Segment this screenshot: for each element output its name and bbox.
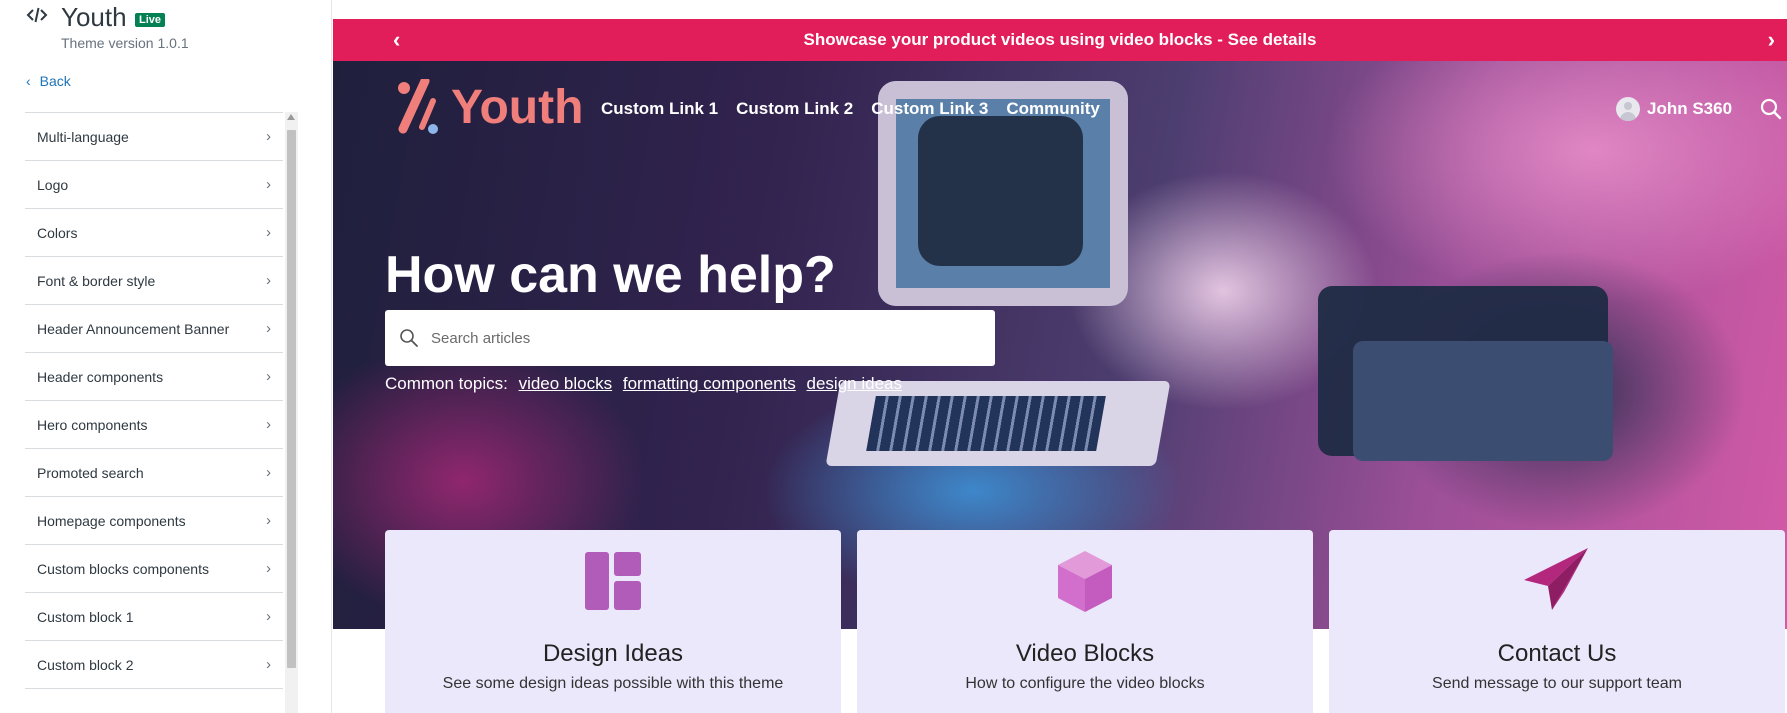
menu-item-header-components[interactable]: Header components › [25, 353, 283, 401]
nav-link-custom-3[interactable]: Custom Link 3 [871, 99, 988, 119]
menu-item-label: Font & border style [37, 272, 156, 289]
chevron-right-icon: › [266, 272, 271, 289]
category-cards: Design Ideas See some design ideas possi… [385, 530, 1785, 713]
layout-icon [585, 552, 641, 610]
user-menu[interactable]: John S360 [1616, 97, 1732, 121]
paper-plane-icon [1524, 548, 1588, 610]
chevron-right-icon: › [266, 608, 271, 625]
chevron-right-icon: › [266, 176, 271, 193]
nav-link-custom-1[interactable]: Custom Link 1 [601, 99, 718, 119]
user-name: John S360 [1647, 99, 1733, 118]
nav-link-community[interactable]: Community [1006, 99, 1100, 119]
code-icon [26, 7, 48, 23]
site-header: Youth Custom Link 1 Custom Link 2 Custom… [333, 61, 1787, 141]
theme-settings-panel: Youth Live Theme version 1.0.1 ‹ Back Mul… [0, 0, 332, 713]
menu-item-label: Multi-language [37, 128, 129, 145]
logo-text: Youth [451, 81, 584, 134]
card-design-ideas[interactable]: Design Ideas See some design ideas possi… [385, 530, 841, 713]
scroll-up-arrow-icon[interactable] [287, 114, 295, 120]
live-badge: Live [135, 13, 166, 27]
menu-item-font-border-style[interactable]: Font & border style › [25, 257, 283, 305]
settings-scrollbar[interactable] [285, 112, 298, 713]
avatar [1616, 97, 1640, 121]
search-icon[interactable] [1760, 98, 1782, 120]
card-title: Video Blocks [1015, 640, 1155, 667]
chevron-left-icon: ‹ [26, 73, 31, 89]
menu-item-homepage-components[interactable]: Homepage components › [25, 497, 283, 545]
search-input[interactable] [429, 328, 973, 348]
card-contact-us[interactable]: Contact Us Send message to our support t… [1329, 530, 1785, 713]
menu-item-label: Custom block 2 [37, 656, 134, 673]
chevron-right-icon: › [266, 416, 271, 433]
chevron-right-icon: › [266, 368, 271, 385]
nav-link-custom-2[interactable]: Custom Link 2 [736, 99, 853, 119]
menu-item-label: Header components [37, 368, 164, 385]
menu-item-label: Custom blocks components [37, 560, 209, 577]
chevron-right-icon: › [266, 512, 271, 529]
menu-item-label: Header Announcement Banner [37, 320, 230, 337]
site-logo[interactable]: Youth [395, 79, 585, 137]
chevron-right-icon: › [266, 464, 271, 481]
chevron-right-icon: › [266, 656, 271, 673]
theme-name: Youth [61, 2, 127, 32]
card-description: See some design ideas possible with this… [442, 675, 784, 692]
search-icon [400, 329, 418, 347]
settings-menu: Multi-language › Logo › Colors › Font & bor… [25, 112, 283, 689]
announcement-text[interactable]: Showcase your product videos using video… [804, 30, 1317, 50]
menu-item-label: Homepage components [37, 512, 186, 529]
hero-title: How can we help? [385, 246, 836, 304]
menu-item-hero-components[interactable]: Hero components › [25, 401, 283, 449]
chevron-right-icon: › [266, 320, 271, 337]
card-title: Contact Us [1497, 640, 1617, 667]
cube-icon [1058, 551, 1112, 612]
topic-link-formatting-components[interactable]: formatting components [623, 374, 796, 393]
menu-item-label: Hero components [37, 416, 148, 433]
chevron-right-icon: › [266, 224, 271, 241]
common-topics: Common topics: video blocks formatting c… [385, 374, 902, 394]
logo-mark-icon [398, 79, 438, 134]
menu-item-header-announcement-banner[interactable]: Header Announcement Banner › [25, 305, 283, 353]
menu-item-promoted-search[interactable]: Promoted search › [25, 449, 283, 497]
menu-item-label: Colors [37, 224, 78, 241]
card-title: Design Ideas [542, 640, 684, 667]
back-label: Back [39, 73, 71, 89]
common-topics-label: Common topics: [385, 374, 508, 393]
theme-version: Theme version 1.0.1 [61, 35, 189, 51]
theme-preview: ‹ Showcase your product videos using vid… [333, 0, 1787, 713]
announcement-banner[interactable]: ‹ Showcase your product videos using vid… [333, 19, 1787, 61]
menu-item-custom-block-2[interactable]: Custom block 2 › [25, 641, 283, 689]
hero-background-device-panel [1353, 341, 1613, 461]
menu-item-colors[interactable]: Colors › [25, 209, 283, 257]
card-video-blocks[interactable]: Video Blocks How to configure the video … [857, 530, 1313, 713]
topic-link-video-blocks[interactable]: video blocks [519, 374, 613, 393]
menu-item-multi-language[interactable]: Multi-language › [25, 113, 283, 161]
chevron-right-icon[interactable]: › [1768, 27, 1775, 53]
back-link[interactable]: ‹ Back [26, 73, 71, 89]
menu-item-custom-blocks-components[interactable]: Custom blocks components › [25, 545, 283, 593]
chevron-right-icon: › [266, 560, 271, 577]
preview-top-strip [333, 0, 1787, 20]
scrollbar-thumb[interactable] [287, 130, 296, 668]
hero-background-keys [866, 396, 1106, 451]
chevron-right-icon: › [266, 128, 271, 145]
menu-item-logo[interactable]: Logo › [25, 161, 283, 209]
topic-link-design-ideas[interactable]: design ideas [807, 374, 902, 393]
menu-item-label: Logo [37, 176, 69, 193]
header-nav: Custom Link 1 Custom Link 2 Custom Link … [601, 99, 1100, 119]
menu-item-custom-block-1[interactable]: Custom block 1 › [25, 593, 283, 641]
menu-item-label: Promoted search [37, 464, 144, 481]
chevron-left-icon[interactable]: ‹ [393, 27, 400, 53]
card-description: Send message to our support team [1432, 675, 1682, 692]
menu-item-label: Custom block 1 [37, 608, 134, 625]
search-box[interactable] [385, 310, 995, 366]
card-description: How to configure the video blocks [965, 675, 1205, 692]
